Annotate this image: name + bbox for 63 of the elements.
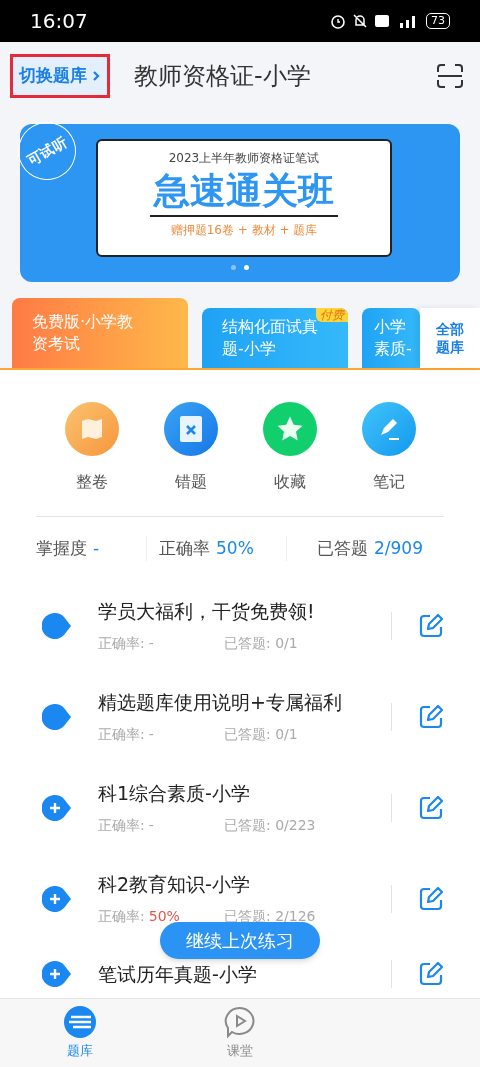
stat-label: 掌握度: [36, 536, 87, 560]
nav-tab[interactable]: 课堂: [160, 999, 320, 1067]
all-banks-button[interactable]: 全部题库: [420, 308, 480, 368]
accuracy-label: 正确率:: [98, 634, 145, 654]
chapter-title[interactable]: 精选题库使用说明+专属福利: [98, 687, 391, 717]
edit-icon[interactable]: [418, 612, 444, 639]
edit-icon[interactable]: [418, 885, 444, 912]
stat-label: 正确率: [159, 536, 210, 560]
wrong-card-icon[interactable]: [163, 402, 218, 456]
chevron-right-icon: [91, 70, 101, 82]
alarm-icon: [330, 13, 346, 29]
answered-count: 已答题: 0/223: [224, 816, 316, 836]
tool-label[interactable]: 收藏: [273, 470, 306, 494]
accuracy-label: 正确率:: [98, 816, 145, 836]
accuracy-label: 正确率:: [98, 907, 145, 927]
bank-card-title: 题-小学: [222, 338, 277, 360]
stat-value: -: [93, 536, 100, 560]
pencil-icon[interactable]: [361, 402, 416, 456]
battery-indicator: 73: [426, 13, 450, 29]
stat-value: 2/909: [374, 536, 423, 560]
bank-card-title: 素质-: [374, 338, 413, 360]
banner-subtitle: 2023上半年教师资格证笔试: [168, 150, 320, 167]
accuracy-value: -: [148, 816, 154, 836]
stat-label: 已答题: [317, 536, 368, 560]
answered-count: 已答题: 0/1: [224, 725, 298, 745]
tool-label[interactable]: 错题: [174, 470, 207, 494]
bank-card-title: 资考试: [32, 333, 81, 355]
chapter-title[interactable]: 科2教育知识-小学: [98, 869, 391, 899]
status-time: 16:07: [30, 8, 88, 35]
answered-count: 已答题: 0/1: [224, 634, 298, 654]
tool-label[interactable]: 整卷: [75, 470, 108, 494]
accuracy-value: -: [148, 634, 154, 654]
chapter-title[interactable]: 学员大福利，干货免费领!: [98, 596, 391, 626]
banner-offer: 赠押题16卷 + 教材 + 题库: [170, 222, 318, 239]
expand-plus-icon[interactable]: [42, 885, 72, 912]
banner-headline: 急速通关班: [150, 167, 338, 217]
list-circle-icon: [63, 1005, 97, 1040]
play-bubble-icon: [223, 1005, 257, 1040]
bank-card-title: 免费版·小学教: [32, 311, 135, 333]
bullet-icon[interactable]: [42, 612, 72, 639]
promo-banner[interactable]: 可试听 2023上半年教师资格证笔试 急速通关班 赠押题16卷 + 教材 + 题库: [20, 124, 460, 282]
expand-plus-icon[interactable]: [42, 961, 72, 987]
chapter-title[interactable]: 科1综合素质-小学: [98, 778, 391, 808]
edit-icon[interactable]: [418, 961, 444, 987]
edit-icon[interactable]: [418, 703, 444, 730]
accuracy-label: 正确率:: [98, 725, 145, 745]
bank-card-title: 结构化面试真: [222, 316, 319, 338]
bullet-icon[interactable]: [42, 703, 72, 730]
paid-tag: 付费: [316, 308, 348, 322]
expand-plus-icon[interactable]: [42, 794, 72, 821]
chapter-title[interactable]: 笔试历年真题-小学: [98, 959, 391, 989]
bank-card-title: 小学: [374, 316, 407, 338]
edit-icon[interactable]: [418, 794, 444, 821]
bell-muted-icon: [352, 13, 368, 29]
map-book-icon[interactable]: [64, 402, 119, 456]
page-title: 教师资格证-小学: [134, 61, 311, 92]
scan-icon[interactable]: [436, 63, 464, 89]
nav-tab-label: 课堂: [227, 1042, 253, 1061]
nav-tab-label: 题库: [67, 1042, 93, 1061]
tool-label[interactable]: 笔记: [372, 470, 405, 494]
nav-tab[interactable]: 题库: [0, 999, 160, 1067]
accuracy-value: -: [148, 725, 154, 745]
stat-value: 50%: [216, 536, 254, 560]
